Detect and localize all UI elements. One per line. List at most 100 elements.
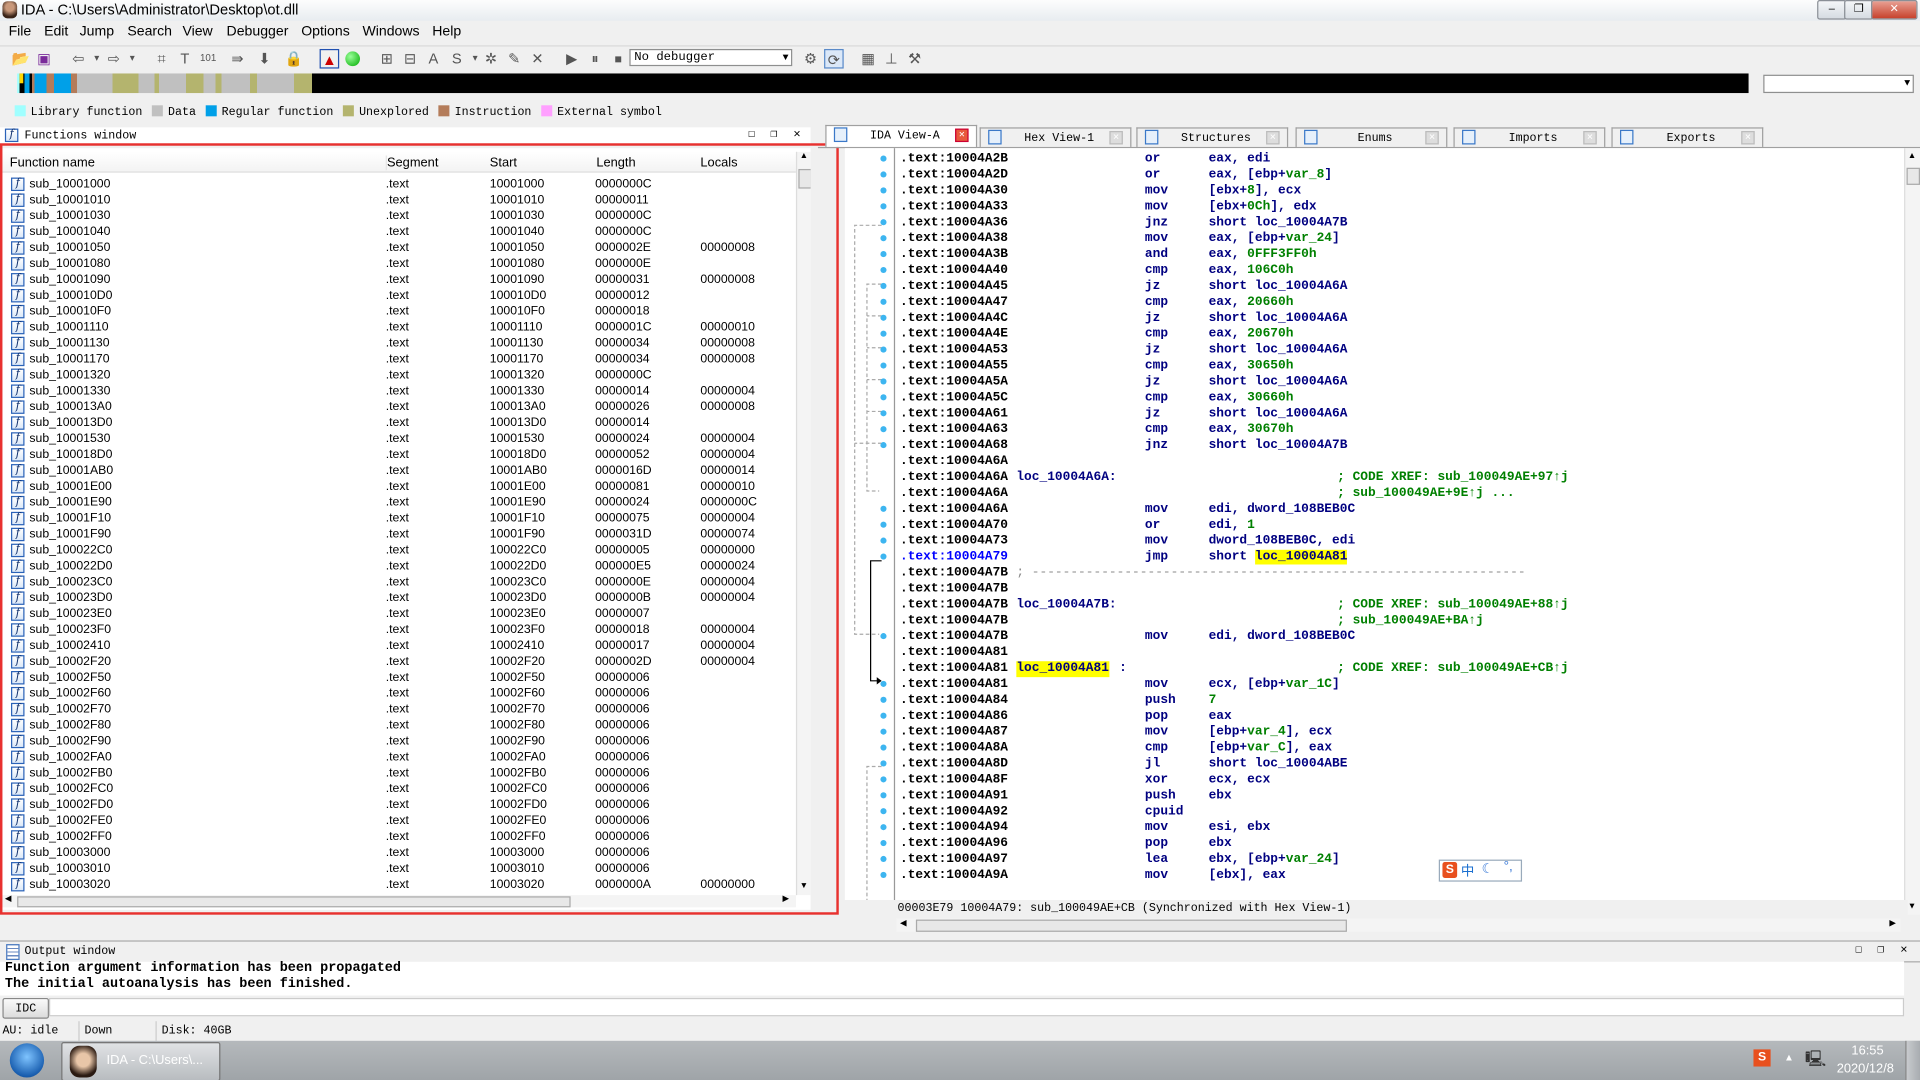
open-icon[interactable]: 📂 xyxy=(11,49,31,69)
debug-options-icon[interactable]: ⚙ xyxy=(801,49,821,69)
close-tab-icon[interactable]: ✕ xyxy=(1109,131,1123,145)
disassembly-line[interactable]: .text:10004A55 cmp eax, 30650h xyxy=(900,359,1904,375)
disassembly-line[interactable]: .text:10004A53 jz short loc_10004A6A xyxy=(900,343,1904,359)
disassembly-line[interactable]: .text:10004A40 cmp eax, 106C0h xyxy=(900,263,1904,279)
stop-debug-icon[interactable]: ⏹ xyxy=(609,49,629,69)
scroll-thumb[interactable] xyxy=(1906,167,1920,185)
scroll-thumb[interactable] xyxy=(915,919,1347,932)
disassembly-line[interactable]: .text:10004A81 loc_10004A81: ; CODE XREF: … xyxy=(900,661,1904,678)
maximize-icon[interactable]: ☐ xyxy=(748,127,755,140)
disassembly-line[interactable]: .text:10004A9A mov [ebx], eax xyxy=(900,868,1904,884)
disassembly-line[interactable]: .text:10004A6A loc_10004A6A: ; CODE XREF: … xyxy=(900,470,1904,486)
menu-jump[interactable]: Jump xyxy=(80,24,114,39)
jump-down-icon[interactable]: ⬇ xyxy=(255,49,275,69)
idc-command-input[interactable] xyxy=(48,997,1905,1017)
tab-ida-view-a[interactable]: IDA View-A ✕ xyxy=(825,124,978,147)
disassembly-line[interactable]: .text:10004A36 jnz short loc_10004A7B xyxy=(900,216,1904,232)
maximize-button[interactable]: ❐ xyxy=(1844,0,1874,20)
scroll-left-icon[interactable]: ◀ xyxy=(900,918,907,929)
disassembly-line[interactable]: .text:10004A92 cpuid xyxy=(900,804,1904,820)
menu-options[interactable]: Options xyxy=(301,24,350,39)
close-tab-icon[interactable]: ✕ xyxy=(1741,131,1755,145)
disassembly-line[interactable]: .text:10004A47 cmp eax, 20660h xyxy=(900,295,1904,311)
code-label[interactable]: loc_10004A7B: xyxy=(1016,598,1116,614)
scroll-up-icon[interactable]: ▲ xyxy=(1908,152,1916,161)
pin-icon[interactable]: ⊥ xyxy=(882,49,902,69)
float-icon[interactable]: ❐ xyxy=(1877,943,1884,956)
menu-view[interactable]: View xyxy=(182,24,212,39)
taskbar-app-ida[interactable]: IDA - C:\Users\... xyxy=(61,1042,221,1080)
disassembly-line[interactable]: .text:10004A84 push 7 xyxy=(900,693,1904,709)
sogou-tray-icon[interactable]: S xyxy=(1753,1049,1771,1067)
save-icon[interactable]: ▣ xyxy=(34,49,54,69)
menu-debugger[interactable]: Debugger xyxy=(227,24,289,39)
code-label[interactable]: loc_10004A81 xyxy=(1016,661,1109,678)
make-ascii-icon[interactable]: A xyxy=(424,49,444,69)
disassembly-line[interactable]: .text:10004A33 mov [ebx+0Ch], edx xyxy=(900,200,1904,216)
close-tab-icon[interactable]: ✕ xyxy=(1425,131,1439,145)
disassembly-line[interactable]: .text:10004A96 pop ebx xyxy=(900,836,1904,852)
disassembly-line[interactable]: .text:10004A4E cmp eax, 20670h xyxy=(900,327,1904,343)
tools-icon[interactable]: ⚒ xyxy=(905,49,925,69)
disassembly-line[interactable]: .text:10004A2D or eax, [ebp+var_8] xyxy=(900,168,1904,184)
graph-warning-icon[interactable]: ▲ xyxy=(319,48,340,69)
disassembly-line[interactable]: .text:10004A81 xyxy=(900,645,1904,661)
disassembly-line[interactable]: .text:10004A68 jnz short loc_10004A7B xyxy=(900,438,1904,454)
maximize-icon[interactable]: ☐ xyxy=(1855,943,1862,956)
clock-time[interactable]: 16:55 xyxy=(1851,1043,1883,1058)
menu-windows[interactable]: Windows xyxy=(362,24,419,39)
edit-icon[interactable]: ✎ xyxy=(504,49,524,69)
disassembly-line[interactable]: .text:10004A5C cmp eax, 30660h xyxy=(900,391,1904,407)
disassembly-line[interactable]: .text:10004A3B and eax, 0FFF3FF0h xyxy=(900,247,1904,263)
tab-exports[interactable]: Exports ✕ xyxy=(1611,127,1764,147)
disassembly-vertical-scrollbar[interactable]: ▲ ▼ xyxy=(1904,148,1920,915)
menu-help[interactable]: Help xyxy=(432,24,461,39)
search-text-icon[interactable]: T xyxy=(175,49,195,69)
disassembly-line[interactable]: .text:10004A8A cmp [ebp+var_C], eax xyxy=(900,741,1904,757)
disassembly-line[interactable]: .text:10004A61 jz short loc_10004A6A xyxy=(900,407,1904,423)
disassembly-line[interactable]: .text:10004A8F xor ecx, ecx xyxy=(900,773,1904,789)
back-icon[interactable]: ⇦ xyxy=(69,49,89,69)
forward-dropdown-icon[interactable]: ▾ xyxy=(122,49,142,69)
close-tab-icon[interactable]: ✕ xyxy=(1266,131,1280,145)
operand-target[interactable]: loc_10004A81 xyxy=(1254,549,1348,565)
close-icon[interactable]: ✕ xyxy=(1900,943,1907,956)
make-code-icon[interactable]: ⊞ xyxy=(377,49,397,69)
menu-edit[interactable]: Edit xyxy=(44,24,68,39)
clock-date[interactable]: 2020/12/8 xyxy=(1837,1062,1894,1077)
disassembly-line[interactable]: .text:10004A73 mov dword_108BEB0C, edi xyxy=(900,534,1904,550)
disassembly-line[interactable]: .text:10004A81 mov ecx, [ebp+var_1C] xyxy=(900,677,1904,693)
minimize-button[interactable]: – xyxy=(1817,0,1847,20)
make-data-icon[interactable]: ⊟ xyxy=(400,49,420,69)
disassembly-line[interactable]: .text:10004A5A jz short loc_10004A6A xyxy=(900,375,1904,391)
ime-indicator[interactable]: S 中 ☾ °, xyxy=(1438,859,1523,882)
tab-structures[interactable]: Structures ✕ xyxy=(1136,127,1289,147)
disassembly-line[interactable]: .text:10004A6A ; sub_100049AE+9E↑j ... xyxy=(900,486,1904,502)
disassembly-line[interactable]: .text:10004A86 pop eax xyxy=(900,709,1904,725)
search-next-icon[interactable]: ⇛ xyxy=(228,49,248,69)
start-debug-icon[interactable]: ▶ xyxy=(562,49,582,69)
disassembly-line[interactable]: .text:10004A97 lea ebx, [ebp+var_24] xyxy=(900,852,1904,868)
scroll-right-icon[interactable]: ▶ xyxy=(1889,918,1896,929)
make-array-icon[interactable]: ✲ xyxy=(481,49,501,69)
idc-button[interactable]: IDC xyxy=(2,997,49,1019)
disassembly-horizontal-scrollbar[interactable]: ◀ ▶ xyxy=(896,918,1901,932)
disassembly-line[interactable]: .text:10004A38 mov eax, [ebp+var_24] xyxy=(900,231,1904,247)
disassembly-line[interactable]: .text:10004A87 mov [ebp+var_4], ecx xyxy=(900,725,1904,741)
calculator-icon[interactable]: ▦ xyxy=(858,49,878,69)
disassembly-line[interactable]: .text:10004A7B mov edi, dword_108BEB0C xyxy=(900,629,1904,645)
tab-enums[interactable]: Enums ✕ xyxy=(1295,127,1448,147)
disassembly-line[interactable]: .text:10004A70 or edi, 1 xyxy=(900,518,1904,534)
disassembly-line[interactable]: .text:10004A6A xyxy=(900,454,1904,470)
disassembly-line[interactable]: .text:10004A63 cmp eax, 30670h xyxy=(900,422,1904,438)
close-tab-icon[interactable]: ✕ xyxy=(1583,131,1597,145)
run-green-icon[interactable] xyxy=(343,49,363,69)
lock-icon[interactable]: 🔒 xyxy=(284,49,304,69)
disassembly-line[interactable]: .text:10004A4C jz short loc_10004A6A xyxy=(900,311,1904,327)
make-string-icon[interactable]: S xyxy=(447,49,467,69)
disassembly-line[interactable]: .text:10004A30 mov [ebx+8], ecx xyxy=(900,184,1904,200)
navigation-band[interactable] xyxy=(17,73,1749,94)
close-button[interactable]: ✕ xyxy=(1871,0,1918,20)
forward-icon[interactable]: ⇨ xyxy=(104,49,124,69)
menu-search[interactable]: Search xyxy=(127,24,172,39)
